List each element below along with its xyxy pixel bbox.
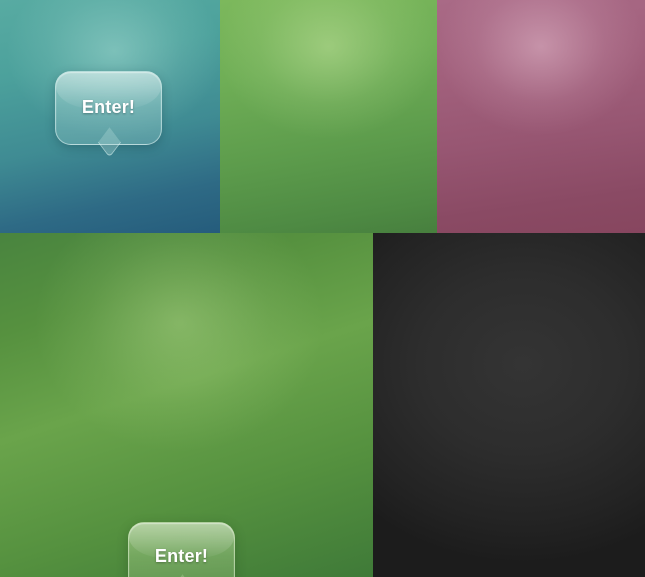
teal-panel: Enter! [0, 0, 220, 233]
green-panel: Enter! [220, 0, 437, 233]
bubble-tail-icon [96, 141, 122, 157]
enter-bubble-label: Enter! [154, 545, 209, 566]
green-nav-panel: Enter! Home About Us Contact Us [0, 233, 373, 577]
enter-bubble-label: Enter! [81, 96, 136, 117]
enter-bubble-teal[interactable]: Enter! [55, 71, 162, 145]
enter-bubble-nav[interactable]: Enter! [128, 522, 235, 577]
screenshot-canvas: Enter! Enter! Enter! Enter! Home About U… [0, 0, 645, 577]
dark-panel: 这样一个透明的质感就完成了， 导航的技法是一样的， 举一反三，期待大家顺利完成！… [373, 233, 645, 577]
pink-panel: Enter! [437, 0, 645, 233]
